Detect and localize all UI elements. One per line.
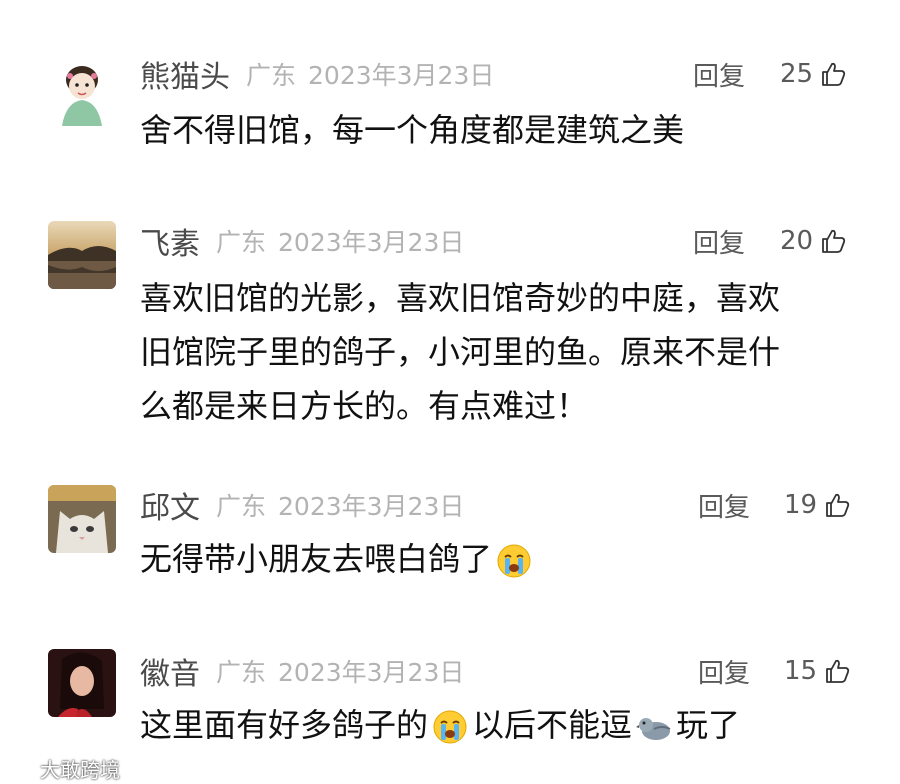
like-button[interactable]: 15 bbox=[784, 649, 851, 693]
crying-emoji-icon bbox=[433, 710, 467, 744]
thumbs-up-icon bbox=[826, 493, 850, 517]
watermark-logo-icon bbox=[7, 760, 35, 777]
pigeon-emoji-icon bbox=[636, 718, 671, 740]
watermark-text: 大敢跨境 bbox=[40, 758, 120, 782]
comment-text: 这里面有好多鸽子的 以后不能逗 玩了 bbox=[140, 698, 840, 752]
comment-date: 2023年3月23日 bbox=[278, 228, 465, 257]
reply-button[interactable]: 回复 bbox=[698, 649, 750, 693]
comment-date: 2023年3月23日 bbox=[278, 658, 465, 687]
watermark: 大敢跨境 bbox=[6, 754, 120, 783]
like-count: 19 bbox=[784, 490, 818, 520]
username[interactable]: 邱文 bbox=[140, 483, 200, 527]
avatar[interactable] bbox=[48, 649, 116, 717]
like-button[interactable]: 25 bbox=[780, 52, 847, 96]
thumbs-up-icon bbox=[826, 659, 850, 683]
like-button[interactable]: 19 bbox=[784, 483, 851, 527]
comment-text-part: 这里面有好多鸽子的 bbox=[140, 706, 429, 744]
comment-text-part: 以后不能逗 bbox=[472, 706, 633, 744]
username[interactable]: 飞素 bbox=[140, 219, 200, 263]
reply-button[interactable]: 回复 bbox=[698, 483, 750, 527]
comment-text-line: 喜欢旧馆的光影，喜欢旧馆奇妙的中庭，喜欢 bbox=[140, 279, 781, 317]
comment-text-line: 么都是来日方长的。有点难过！ bbox=[140, 387, 589, 425]
comment-text: 舍不得旧馆，每一个角度都是建筑之美 bbox=[140, 111, 685, 149]
avatar[interactable] bbox=[48, 221, 116, 289]
location-label: 广东 bbox=[246, 61, 297, 90]
comment-text: 无得带小朋友去喂白鸽了 bbox=[140, 532, 840, 586]
like-count: 20 bbox=[780, 226, 814, 256]
comment-text-line: 旧馆院子里的鸽子，小河里的鱼。原来不是什 bbox=[140, 333, 781, 371]
like-count: 25 bbox=[780, 59, 814, 89]
crying-emoji-icon bbox=[497, 544, 531, 578]
comment-text: 喜欢旧馆的光影，喜欢旧馆奇妙的中庭，喜欢 旧馆院子里的鸽子，小河里的鱼。原来不是… bbox=[140, 271, 840, 433]
avatar[interactable] bbox=[48, 485, 116, 553]
reply-button[interactable]: 回复 bbox=[693, 52, 745, 96]
reply-button[interactable]: 回复 bbox=[693, 219, 745, 263]
like-button[interactable]: 20 bbox=[780, 219, 847, 263]
like-count: 15 bbox=[784, 656, 818, 686]
username[interactable]: 徽音 bbox=[140, 649, 200, 693]
username[interactable]: 熊猫头 bbox=[140, 52, 230, 96]
comment-text-content: 无得带小朋友去喂白鸽了 bbox=[140, 540, 493, 578]
comment-date: 2023年3月23日 bbox=[308, 61, 495, 90]
thumbs-up-icon bbox=[822, 62, 846, 86]
location-label: 广东 bbox=[216, 658, 267, 687]
comment-text-part: 玩了 bbox=[676, 706, 741, 744]
location-label: 广东 bbox=[216, 492, 267, 521]
comment-date: 2023年3月23日 bbox=[278, 492, 465, 521]
avatar[interactable] bbox=[48, 58, 116, 126]
thumbs-up-icon bbox=[822, 229, 846, 253]
location-label: 广东 bbox=[216, 228, 267, 257]
